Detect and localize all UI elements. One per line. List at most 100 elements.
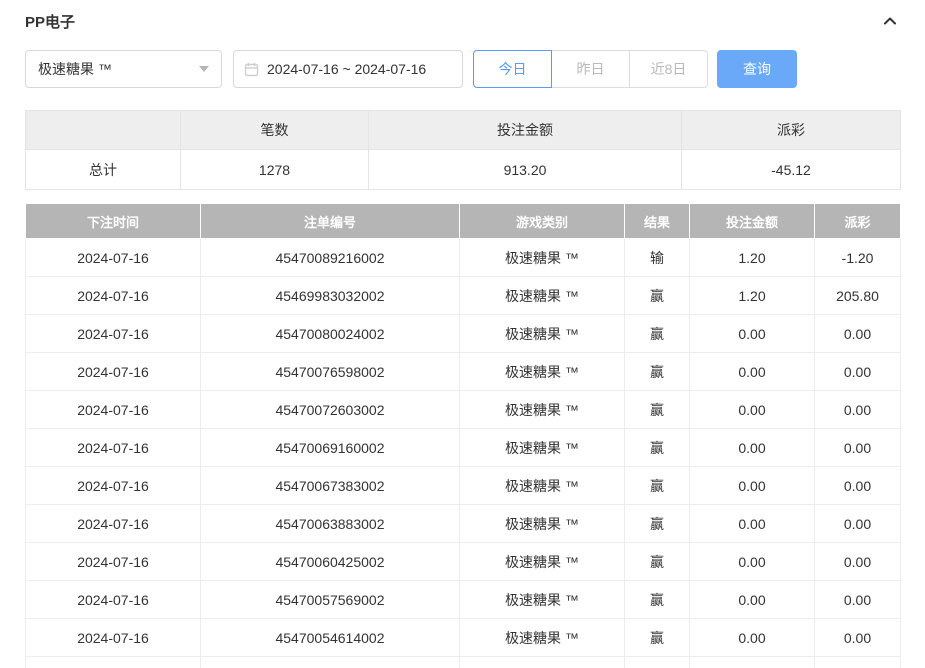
col-header-game-type: 游戏类别 [460,204,625,239]
date-range-input[interactable]: 2024-07-16 ~ 2024-07-16 [233,50,463,88]
cell-bet-time: 2024-07-16 [26,277,201,315]
cell-result: 赢 [625,429,690,467]
record-row: 2024-07-1645470072603002极速糖果 ™赢0.000.00 [26,391,901,429]
empty-cell [625,657,690,668]
cell-bet-time: 2024-07-16 [26,543,201,581]
cell-order-id: 45470063883002 [201,505,460,543]
cell-game-type: 极速糖果 ™ [460,543,625,581]
cell-bet-amount: 1.20 [690,239,815,277]
yesterday-button[interactable]: 昨日 [551,50,630,88]
cell-game-type: 极速糖果 ™ [460,581,625,619]
search-button[interactable]: 查询 [717,50,797,88]
empty-cell [690,657,815,668]
cell-bet-amount: 0.00 [690,581,815,619]
records-table-body: 2024-07-1645470089216002极速糖果 ™输1.20-1.20… [26,239,901,668]
summary-total-count: 1278 [181,150,369,190]
cell-order-id: 45470069160002 [201,429,460,467]
cell-payout: 0.00 [815,391,901,429]
cell-result: 赢 [625,619,690,657]
summary-header-bet-amount: 投注金额 [369,111,682,150]
cell-bet-time: 2024-07-16 [26,467,201,505]
cell-bet-time: 2024-07-16 [26,391,201,429]
record-row-partial [26,657,901,668]
cell-result: 赢 [625,277,690,315]
cell-result: 输 [625,239,690,277]
record-row: 2024-07-1645469983032002极速糖果 ™赢1.20205.8… [26,277,901,315]
cell-order-id: 45470076598002 [201,353,460,391]
cell-game-type: 极速糖果 ™ [460,467,625,505]
col-header-payout: 派彩 [815,204,901,239]
col-header-result: 结果 [625,204,690,239]
cell-payout: 0.00 [815,467,901,505]
record-row: 2024-07-1645470080024002极速糖果 ™赢0.000.00 [26,315,901,353]
cell-bet-amount: 0.00 [690,315,815,353]
empty-cell [201,657,460,668]
cell-payout: 0.00 [815,543,901,581]
record-row: 2024-07-1645470069160002极速糖果 ™赢0.000.00 [26,429,901,467]
cell-bet-amount: 0.00 [690,429,815,467]
cell-result: 赢 [625,391,690,429]
cell-game-type: 极速糖果 ™ [460,391,625,429]
chevron-up-icon [882,17,898,32]
cell-payout: 0.00 [815,581,901,619]
calendar-icon [244,62,259,77]
empty-cell [815,657,901,668]
cell-bet-amount: 0.00 [690,543,815,581]
cell-game-type: 极速糖果 ™ [460,239,625,277]
summary-header-empty [26,111,181,150]
last-8-days-button[interactable]: 近8日 [629,50,708,88]
filter-bar: 极速糖果 ™ 2024-07-16 ~ 2024-07-16 今日 昨日 近8日… [25,50,900,88]
cell-bet-amount: 0.00 [690,391,815,429]
quick-date-button-group: 今日 昨日 近8日 [473,50,708,88]
cell-bet-time: 2024-07-16 [26,619,201,657]
col-header-order-id: 注单编号 [201,204,460,239]
today-button[interactable]: 今日 [473,50,552,88]
cell-bet-time: 2024-07-16 [26,239,201,277]
game-select-value: 极速糖果 ™ [38,59,112,79]
cell-result: 赢 [625,543,690,581]
cell-bet-amount: 0.00 [690,619,815,657]
summary-total-payout: -45.12 [682,150,901,190]
record-row: 2024-07-1645470067383002极速糖果 ™赢0.000.00 [26,467,901,505]
record-row: 2024-07-1645470063883002极速糖果 ™赢0.000.00 [26,505,901,543]
game-select[interactable]: 极速糖果 ™ [25,50,222,88]
record-row: 2024-07-1645470076598002极速糖果 ™赢0.000.00 [26,353,901,391]
panel-header: PP电子 [25,8,900,34]
cell-order-id: 45470072603002 [201,391,460,429]
cell-game-type: 极速糖果 ™ [460,277,625,315]
cell-game-type: 极速糖果 ™ [460,315,625,353]
cell-payout: 205.80 [815,277,901,315]
summary-total-label: 总计 [26,150,181,190]
page-title: PP电子 [25,11,75,32]
cell-bet-time: 2024-07-16 [26,353,201,391]
cell-payout: 0.00 [815,353,901,391]
record-row: 2024-07-1645470060425002极速糖果 ™赢0.000.00 [26,543,901,581]
cell-payout: 0.00 [815,315,901,353]
summary-header-count: 笔数 [181,111,369,150]
cell-game-type: 极速糖果 ™ [460,505,625,543]
summary-table: 笔数 投注金额 派彩 总计 1278 913.20 -45.12 [25,110,901,190]
cell-bet-time: 2024-07-16 [26,315,201,353]
pp-electronic-panel: PP电子 极速糖果 ™ 2024-07-16 ~ 2024-07-16 今日 昨… [0,0,925,668]
collapse-button[interactable] [880,11,900,31]
cell-bet-time: 2024-07-16 [26,581,201,619]
cell-payout: 0.00 [815,429,901,467]
cell-bet-amount: 0.00 [690,353,815,391]
cell-order-id: 45470057569002 [201,581,460,619]
cell-order-id: 45470054614002 [201,619,460,657]
cell-order-id: 45470080024002 [201,315,460,353]
record-row: 2024-07-1645470054614002极速糖果 ™赢0.000.00 [26,619,901,657]
cell-payout: 0.00 [815,619,901,657]
chevron-down-icon [199,66,209,72]
cell-game-type: 极速糖果 ™ [460,619,625,657]
cell-result: 赢 [625,581,690,619]
cell-game-type: 极速糖果 ™ [460,353,625,391]
cell-result: 赢 [625,505,690,543]
cell-payout: 0.00 [815,505,901,543]
empty-cell [460,657,625,668]
empty-cell [26,657,201,668]
cell-order-id: 45470089216002 [201,239,460,277]
cell-result: 赢 [625,353,690,391]
col-header-bet-amount: 投注金额 [690,204,815,239]
cell-bet-amount: 1.20 [690,277,815,315]
